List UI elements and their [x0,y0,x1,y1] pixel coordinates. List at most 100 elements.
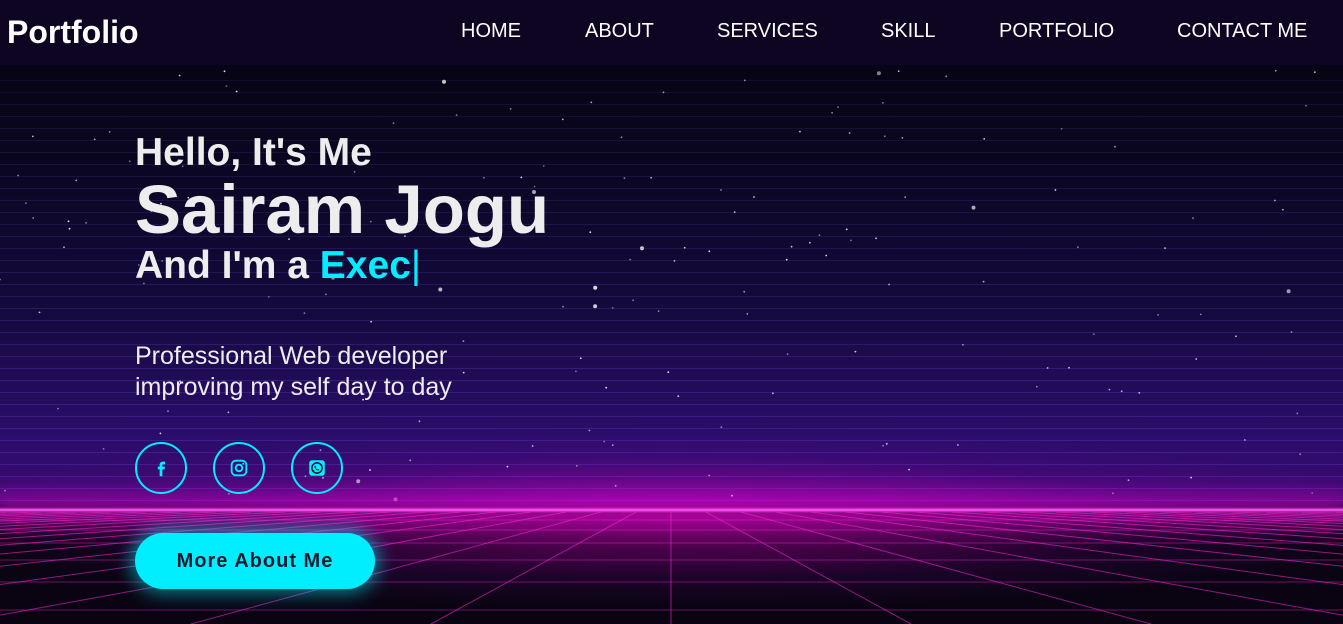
star [68,227,71,230]
grid-line [705,512,912,624]
star [225,85,228,87]
star [227,411,230,414]
more-about-me-button[interactable]: More About Me [135,533,375,589]
star [167,410,169,412]
star [825,254,828,257]
star [1127,479,1130,482]
star [1035,385,1038,388]
star [303,312,306,315]
star [883,135,886,138]
star [901,137,904,139]
scanline [0,80,1343,81]
hero-role-typed: Exec [319,244,411,287]
site-logo[interactable]: Portfolio [7,14,139,51]
nav-link-about[interactable]: ABOUT [585,20,654,43]
star [561,118,564,121]
star [848,132,851,134]
star [753,196,755,198]
grid-line [985,512,1343,535]
hero-description-line2: improving my self day to day [135,373,452,401]
star [605,386,608,389]
star [667,371,670,374]
star [1286,289,1291,294]
star [31,135,34,138]
whatsapp-link[interactable] [291,442,343,494]
star [575,370,577,373]
star [506,465,509,468]
star [731,494,733,497]
nav-link-contact[interactable]: CONTACT ME [1177,20,1307,43]
hero-background [0,0,1343,624]
grid-line [880,512,1343,555]
grid-line [430,512,637,624]
star [38,311,41,314]
nav-link-skill[interactable]: SKILL [881,20,935,43]
scanline [0,128,1343,129]
star [589,231,592,234]
nav-link-services[interactable]: SERVICES [717,20,818,43]
nav-link-home[interactable]: HOME [461,20,521,43]
grid-line [950,512,1343,540]
star [392,122,395,125]
scanline [0,404,1343,405]
star [808,241,811,244]
scanline [0,428,1343,429]
star [531,445,534,447]
hero-section: Hello, It's Me Sairam Jogu And I'm a Exe… [135,130,549,288]
star [409,459,412,462]
star [462,340,465,342]
grid-line [740,512,1152,624]
facebook-link[interactable] [135,442,187,494]
star [75,179,78,182]
hero-role: And I'm a Exec| [135,244,549,288]
star [677,395,680,398]
star [982,280,985,283]
star [875,237,877,240]
star [509,108,512,110]
star [128,160,131,163]
star [845,228,848,231]
star [945,75,948,78]
nav-link-portfolio[interactable]: PORTFOLIO [999,20,1114,43]
star [876,71,881,76]
star [369,469,371,471]
star [743,290,746,293]
star [108,131,111,133]
star [657,310,660,312]
star [0,278,2,281]
scanline [0,416,1343,417]
hero-role-prefix: And I'm a [135,244,320,287]
star [1313,71,1316,74]
star [462,371,465,374]
star [356,479,361,484]
star [957,444,959,446]
scanline [0,92,1343,93]
star [614,484,617,487]
star [632,299,634,302]
star [882,444,884,447]
scanline [0,500,1343,501]
hero-description: Professional Web developer improving my … [135,341,452,403]
star [904,196,907,199]
star [786,353,789,356]
star [850,239,852,242]
star [57,407,59,410]
star [438,287,443,292]
star [1192,217,1194,220]
star [223,70,226,73]
hero-name: Sairam Jogu [135,171,550,248]
star [1157,314,1159,316]
scanline [0,308,1343,309]
star [588,429,591,432]
scanline [0,296,1343,297]
instagram-link[interactable] [213,442,265,494]
whatsapp-icon [309,460,325,476]
star [1112,492,1114,495]
grid-line [915,512,1343,546]
star [102,448,105,450]
star [593,285,598,290]
star [579,357,582,360]
star [418,420,421,423]
star [1114,145,1116,148]
star [1281,208,1284,211]
